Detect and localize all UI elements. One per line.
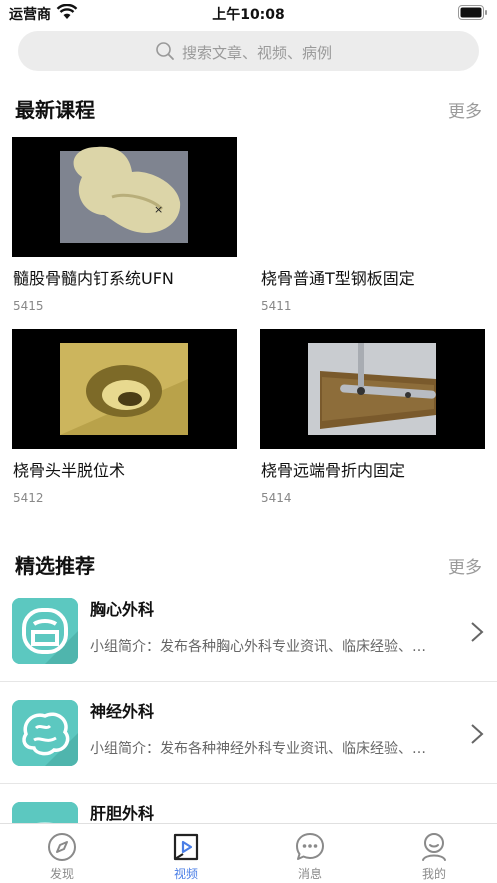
course-card[interactable]: × 髓股骨髓内钉系统UFN 5415 <box>12 137 237 327</box>
user-icon <box>422 833 446 861</box>
battery-icon <box>458 5 487 20</box>
search-bar[interactable]: 搜索文章、视频、病例 <box>18 31 479 71</box>
course-view-count: 5412 <box>13 491 44 505</box>
group-description: 小组简介：发布各种胸心外科专业资讯、临床经验、… <box>90 639 426 655</box>
tab-messages[interactable]: 消息 <box>248 824 372 883</box>
svg-text:×: × <box>154 203 163 216</box>
featured-more-link[interactable]: 更多 <box>448 553 482 578</box>
course-thumbnail: × <box>12 137 237 257</box>
tab-me[interactable]: 我的 <box>372 824 496 883</box>
course-title: 桡骨普通T型钢板固定 <box>261 269 415 288</box>
search-icon <box>156 42 174 60</box>
brain-icon <box>12 700 78 766</box>
latest-more-link[interactable]: 更多 <box>448 97 482 122</box>
course-card[interactable]: 桡骨远端骨折内固定 5414 <box>260 329 485 519</box>
course-title: 桡骨头半脱位术 <box>13 461 126 480</box>
group-name: 肝胆外科 <box>90 804 155 823</box>
course-title: 桡骨远端骨折内固定 <box>261 461 406 480</box>
group-name: 神经外科 <box>90 702 155 721</box>
chat-icon <box>296 833 324 860</box>
tab-bar: 发现 视频 消息 我的 <box>0 823 497 883</box>
clock: 上午10:08 <box>212 7 285 23</box>
tab-label: 视频 <box>173 867 198 881</box>
group-item[interactable]: 胸心外科 小组简介：发布各种胸心外科专业资讯、临床经验、… <box>0 580 497 682</box>
course-thumbnail <box>260 137 485 257</box>
search-placeholder: 搜索文章、视频、病例 <box>182 44 333 62</box>
course-view-count: 5414 <box>261 491 292 505</box>
course-title: 髓股骨髓内钉系统UFN <box>13 269 174 288</box>
chevron-right-icon <box>471 622 484 642</box>
course-view-count: 5411 <box>261 299 292 313</box>
course-view-count: 5415 <box>13 299 44 313</box>
tab-video[interactable]: 视频 <box>124 824 248 883</box>
chevron-right-icon <box>471 724 484 744</box>
featured-title: 精选推荐 <box>15 554 95 578</box>
course-thumbnail <box>12 329 237 449</box>
status-bar: 运营商 上午10:08 <box>0 0 497 26</box>
video-icon <box>173 833 199 861</box>
course-thumbnail <box>260 329 485 449</box>
course-card[interactable]: 桡骨普通T型钢板固定 5411 <box>260 137 485 327</box>
latest-courses-title: 最新课程 <box>15 98 95 122</box>
chest-surgery-icon <box>12 598 78 664</box>
tab-label: 我的 <box>421 867 446 881</box>
group-item[interactable]: 神经外科 小组简介：发布各种神经外科专业资讯、临床经验、… <box>0 682 497 784</box>
group-description: 小组简介：发布各种神经外科专业资讯、临床经验、… <box>90 741 426 757</box>
tab-discover[interactable]: 发现 <box>0 824 124 883</box>
course-card[interactable]: 桡骨头半脱位术 5412 <box>12 329 237 519</box>
group-name: 胸心外科 <box>90 600 155 619</box>
tab-label: 发现 <box>49 867 74 881</box>
tab-label: 消息 <box>297 867 322 881</box>
compass-icon <box>48 833 76 861</box>
